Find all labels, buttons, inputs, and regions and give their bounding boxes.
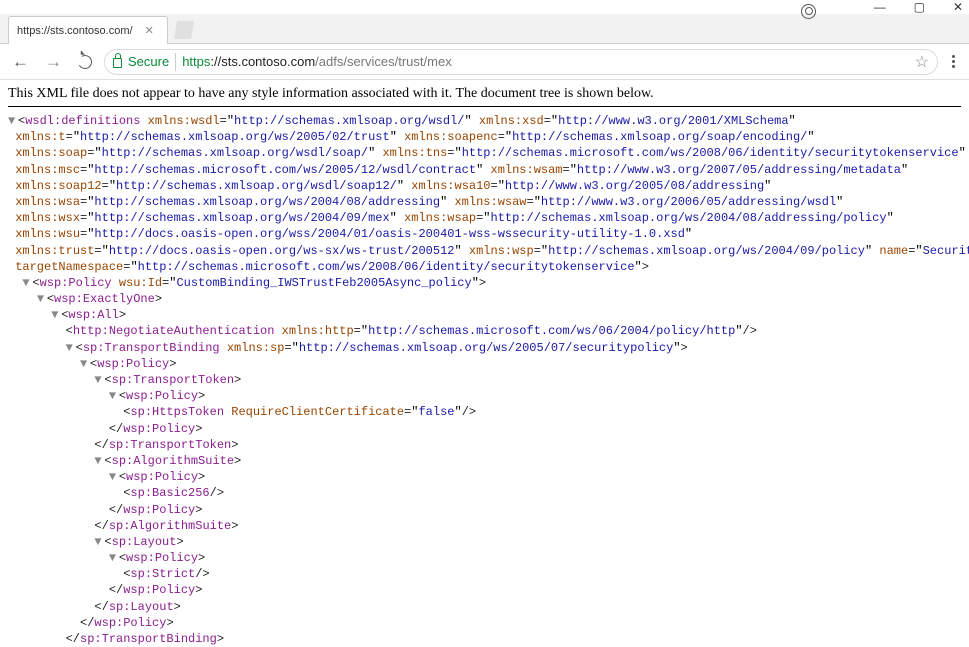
account-icon[interactable] (801, 4, 816, 19)
expand-toggle-icon[interactable]: ▼ (8, 113, 18, 129)
expand-toggle-icon[interactable]: ▼ (37, 291, 47, 307)
browser-toolbar: ← → Secure https://sts.contoso.com/adfs/… (0, 44, 969, 80)
maximize-button[interactable]: ▢ (914, 0, 925, 14)
page-content[interactable]: This XML file does not appear to have an… (0, 80, 969, 647)
new-tab-button[interactable] (174, 21, 194, 39)
secure-badge[interactable]: Secure (128, 54, 169, 69)
window-titlebar: — ▢ ✕ (0, 0, 969, 14)
menu-button[interactable] (946, 55, 961, 68)
expand-toggle-icon[interactable]: ▼ (94, 372, 104, 388)
lock-icon[interactable] (113, 58, 122, 68)
close-window-button[interactable]: ✕ (953, 0, 963, 14)
expand-toggle-icon[interactable]: ▼ (94, 453, 104, 469)
expand-toggle-icon[interactable]: ▼ (109, 469, 119, 485)
close-tab-icon[interactable]: ✕ (145, 24, 154, 37)
address-bar[interactable]: Secure https://sts.contoso.com/adfs/serv… (104, 49, 938, 75)
url-text: https://sts.contoso.com/adfs/services/tr… (182, 54, 452, 69)
separator (175, 53, 176, 71)
reload-button[interactable] (76, 53, 93, 70)
xml-tree: ▼<wsdl:definitions xmlns:wsdl="http://sc… (8, 113, 961, 647)
expand-toggle-icon[interactable]: ▼ (109, 550, 119, 566)
expand-toggle-icon[interactable]: ▼ (66, 340, 76, 356)
back-button[interactable]: ← (8, 50, 33, 74)
expand-toggle-icon[interactable]: ▼ (51, 307, 61, 323)
xml-notice: This XML file does not appear to have an… (8, 86, 961, 107)
expand-toggle-icon[interactable]: ▼ (109, 388, 119, 404)
expand-toggle-icon[interactable]: ▼ (22, 275, 32, 291)
tab-title: https://sts.contoso.com/ (17, 25, 133, 37)
expand-toggle-icon[interactable]: ▼ (94, 534, 104, 550)
browser-tab[interactable]: https://sts.contoso.com/ ✕ (8, 16, 168, 44)
forward-button[interactable]: → (41, 50, 66, 74)
expand-toggle-icon[interactable]: ▼ (80, 356, 90, 372)
bookmark-star-icon[interactable]: ☆ (915, 52, 929, 72)
tab-strip: https://sts.contoso.com/ ✕ (0, 14, 969, 44)
minimize-button[interactable]: — (874, 0, 886, 14)
